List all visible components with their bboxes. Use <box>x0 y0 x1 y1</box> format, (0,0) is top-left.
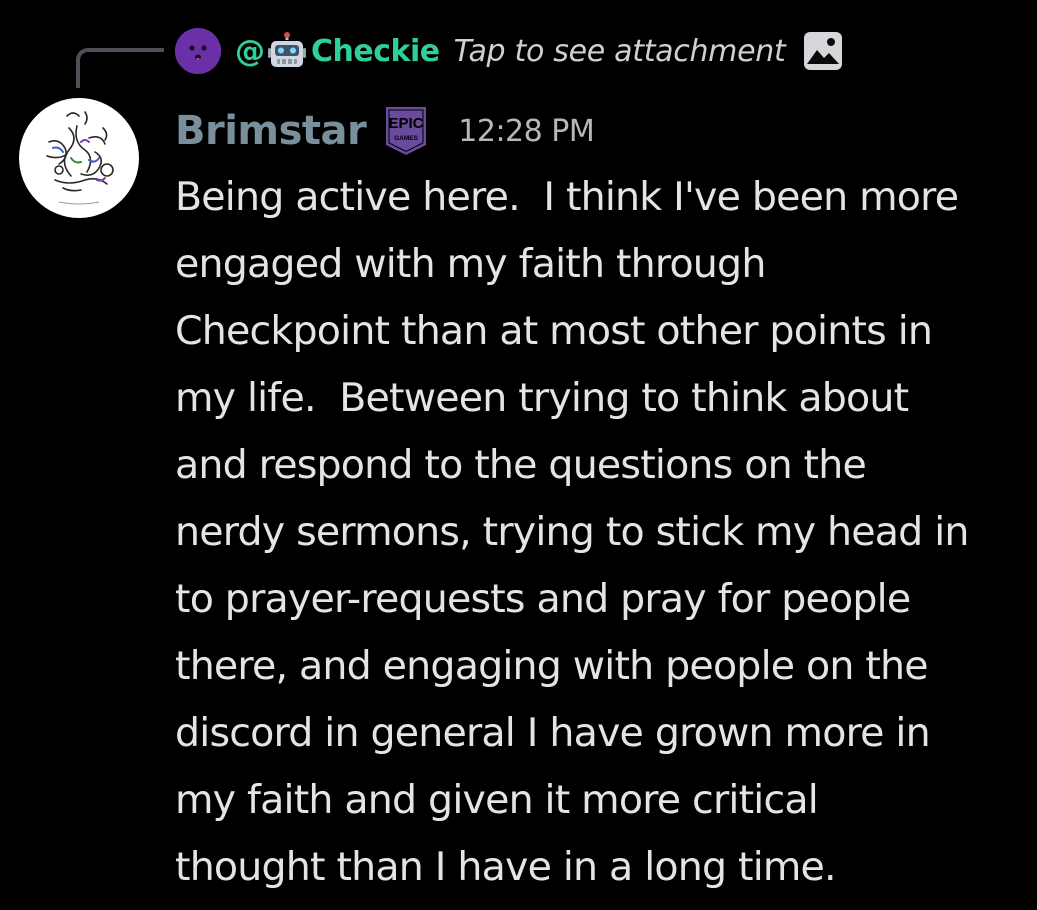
image-icon <box>803 31 843 71</box>
message-line: nerdy sermons, trying to stick my head i… <box>175 509 969 555</box>
message-line: Checkpoint than at most other points in <box>175 308 933 354</box>
message-timestamp[interactable]: 12:28 PM <box>458 114 594 149</box>
reply-avatar[interactable] <box>175 28 221 74</box>
message-line: Being active here. I think I've been mor… <box>175 174 959 220</box>
message-line: and respond to the questions on the <box>175 442 867 488</box>
message-content: Being active here. I think I've been mor… <box>175 164 1025 901</box>
message-line: engaged with my faith through <box>175 241 766 287</box>
author-avatar[interactable] <box>19 98 139 218</box>
reply-avatar-face <box>175 28 221 74</box>
robot-emoji-icon <box>267 31 307 71</box>
message-line: my faith and given it more critical <box>175 777 819 823</box>
role-badge-bottom-text: GAMES <box>394 135 419 142</box>
reply-attachment-text[interactable]: Tap to see attachment <box>454 34 786 69</box>
message-line: there, and engaging with people on the <box>175 643 929 689</box>
author-name[interactable]: Brimstar <box>175 108 367 154</box>
message-line: to prayer-requests and pray for people <box>175 576 911 622</box>
reply-preview[interactable]: @ Checkie Tap to see attachment <box>175 28 843 74</box>
avatar-sketch-art <box>21 100 137 216</box>
message-line: my life. Between trying to think about <box>175 375 909 421</box>
message-line: thought than I have in a long time. <box>175 844 837 890</box>
role-badge-top-text: EPIC <box>389 115 424 132</box>
message-header: Brimstar EPIC GAMES 12:28 PM <box>175 105 595 157</box>
epic-games-role-icon[interactable]: EPIC GAMES <box>384 105 428 157</box>
message-line: discord in general I have grown more in <box>175 710 931 756</box>
mention-at-symbol: @ <box>235 33 265 69</box>
reply-connector-line <box>76 48 164 88</box>
reply-username[interactable]: Checkie <box>311 34 440 69</box>
